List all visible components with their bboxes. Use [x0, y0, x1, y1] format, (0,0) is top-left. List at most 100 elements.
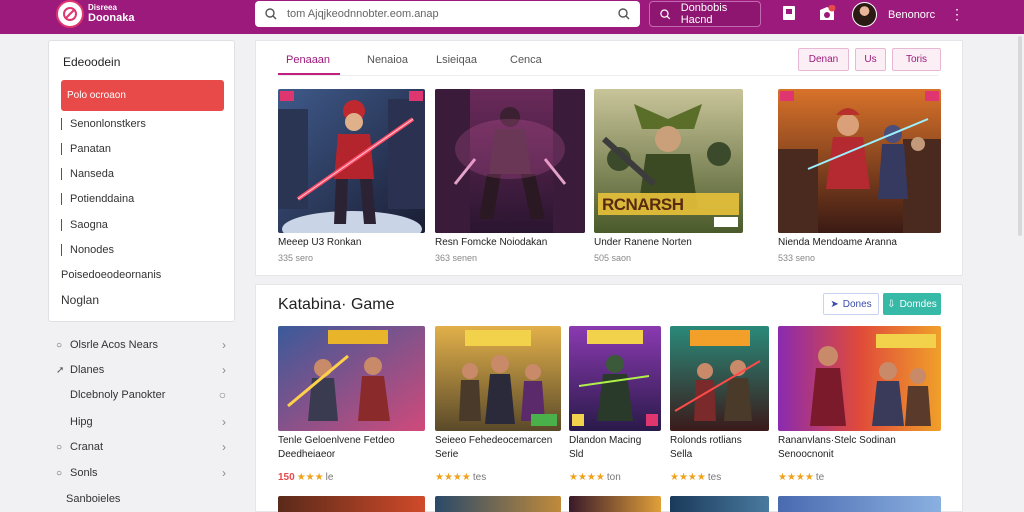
sidebar-item[interactable]: Nanseda — [61, 163, 114, 185]
sidebar-item[interactable]: Potienddaina — [61, 188, 134, 210]
more-menu-icon[interactable]: ⋮ — [950, 6, 964, 23]
game-thumbnail[interactable] — [670, 496, 769, 512]
tab-popular[interactable]: Lsieiqaa — [436, 54, 477, 66]
sidebar-item-label: Panatan — [70, 143, 111, 155]
brand-line-1: Disreea — [88, 3, 117, 12]
rating-suffix: te — [815, 472, 825, 483]
game-title[interactable]: Resn Fomcke Noiodakan — [435, 237, 547, 248]
brand-line-2: Doonaka — [88, 12, 135, 24]
header-action-button[interactable]: Donbobis Hacnd — [649, 1, 761, 27]
game-title[interactable]: Nienda Mendoame Aranna — [778, 237, 897, 248]
game-thumbnail[interactable] — [278, 89, 425, 233]
game-thumbnail[interactable] — [435, 326, 561, 431]
notification-icon[interactable] — [818, 4, 836, 21]
sidebar-item[interactable]: Senonlonstkers — [61, 113, 146, 135]
secondary-button[interactable]: ➤ Dones — [823, 293, 879, 315]
filter-label: Sanboieles — [66, 493, 121, 505]
chat-icon: ○ — [56, 441, 63, 453]
game-title[interactable]: Seieeo Fehedeocemarcen — [435, 435, 552, 446]
game-subtitle: Senoocnonit — [778, 449, 834, 460]
sidebar-title: Edeoodein — [63, 55, 121, 69]
filter-item[interactable]: ○ Cranat › — [56, 437, 226, 457]
sidebar-item[interactable]: Noglan — [61, 289, 99, 311]
filter-icon: ○ — [56, 339, 63, 351]
game-thumbnail[interactable] — [778, 326, 941, 431]
header-action-label: Donbobis Hacnd — [680, 2, 728, 26]
sidebar-item[interactable]: Nonodes — [61, 239, 114, 261]
star-icon: ★★★ — [296, 472, 324, 483]
search-input[interactable]: tom Ajqjkeodnnobter.eom.anap — [287, 8, 618, 20]
filter-item[interactable]: ○ Olsrle Acos Nears › — [56, 335, 226, 355]
star-icon: ★★★★ — [670, 472, 706, 483]
active-tab-indicator — [278, 73, 340, 75]
game-thumbnail[interactable] — [569, 326, 661, 431]
bookmark-icon[interactable] — [782, 5, 798, 21]
user-name[interactable]: Benonorc — [888, 9, 935, 21]
sidebar-item-label: Polo ocroaon — [67, 90, 126, 101]
game-thumbnail[interactable] — [435, 89, 585, 233]
star-icon: ★★★★ — [435, 472, 471, 483]
filter-label: Dlanes — [70, 364, 105, 376]
tab-new[interactable]: Nenaioa — [367, 54, 408, 66]
rating: ★★★★ ton — [569, 472, 621, 483]
game-title[interactable]: Meeep U3 Ronkan — [278, 237, 361, 248]
game-title[interactable]: Rolonds rotlians — [670, 435, 742, 446]
search-bar[interactable]: tom Ajqjkeodnnobter.eom.anap — [255, 1, 640, 27]
featured-games-panel: Penaaan Nenaioa Lsieiqaa Cenca Denan Us … — [255, 40, 963, 276]
rating-number: 150 — [278, 472, 295, 483]
filter-label: Hipg — [70, 416, 93, 428]
star-icon: ★★★★ — [569, 472, 605, 483]
top-navigation-bar: Disreea Doonaka tom Ajqjkeodnnobter.eom.… — [0, 0, 1024, 34]
sidebar-item-label: Noglan — [61, 293, 100, 307]
game-thumbnail[interactable] — [569, 496, 661, 512]
filter-item[interactable]: ➚ Dlanes › — [56, 360, 226, 380]
filter-item[interactable]: Hipg › — [70, 412, 226, 432]
game-thumbnail[interactable]: RCNARSH — [594, 89, 743, 233]
secondary-button-label: Dones — [842, 298, 872, 310]
sidebar-item-active[interactable]: Polo ocroaon — [61, 80, 224, 111]
game-title[interactable]: Rananvlans·Stelc Sodinan — [778, 435, 896, 446]
game-thumbnail[interactable] — [435, 496, 561, 512]
filter-label: Dlcebnoly Panokter — [70, 389, 166, 401]
game-thumbnail[interactable] — [670, 326, 769, 431]
game-meta: 505 saon — [594, 253, 632, 263]
game-thumbnail[interactable] — [778, 89, 941, 233]
game-title[interactable]: Under Ranene Norten — [594, 237, 692, 248]
game-title[interactable]: Dlandon Macing — [569, 435, 641, 446]
search-icon — [660, 8, 671, 19]
rating-suffix: tes — [472, 472, 487, 483]
search-submit-icon[interactable] — [618, 8, 630, 20]
primary-button[interactable]: ⇩ Domdes — [883, 293, 941, 315]
sidebar-item-label: Poisedoeodeornanis — [61, 269, 162, 281]
filter-item[interactable]: ○ Sonls › — [56, 463, 226, 483]
tab-featured[interactable]: Penaaan — [286, 54, 330, 66]
game-thumbnail[interactable] — [778, 496, 941, 512]
sidebar-item-label: Saogna — [70, 219, 108, 231]
sidebar-item[interactable]: Panatan — [61, 138, 111, 160]
game-thumbnail[interactable] — [278, 496, 425, 512]
search-icon — [265, 8, 277, 20]
filter-item[interactable]: Sanboieles — [66, 489, 236, 509]
brand-logo-icon[interactable] — [56, 0, 84, 28]
game-meta: 533 seno — [778, 253, 816, 263]
sidebar-item-label: Nanseda — [70, 168, 115, 180]
page-scrollbar[interactable] — [1018, 36, 1022, 236]
chevron-right-icon: › — [222, 415, 226, 429]
filter-button[interactable]: Denan — [798, 48, 849, 71]
game-thumbnail[interactable] — [278, 326, 425, 431]
star-icon: ★★★★ — [778, 472, 814, 483]
filter-button[interactable]: Us — [855, 48, 886, 71]
primary-button-label: Domdes — [899, 298, 937, 310]
chevron-right-icon: › — [222, 466, 226, 480]
sidebar-item[interactable]: Saogna — [61, 214, 108, 236]
sidebar-item[interactable]: Poisedoeodeornanis — [61, 264, 161, 286]
user-avatar[interactable] — [852, 2, 877, 27]
game-subtitle: Serie — [435, 449, 459, 460]
game-subtitle: Sld — [569, 449, 584, 460]
tab-coming[interactable]: Cenca — [510, 54, 542, 66]
filter-item[interactable]: Dlcebnoly Panokter ○ — [70, 385, 226, 405]
tag-icon: ➤ — [830, 298, 839, 310]
game-title[interactable]: Tenle Geloenlvene Fetdeo — [278, 435, 395, 446]
game-subtitle: Deedheiaeor — [278, 449, 336, 460]
filter-button[interactable]: Toris — [892, 48, 941, 71]
